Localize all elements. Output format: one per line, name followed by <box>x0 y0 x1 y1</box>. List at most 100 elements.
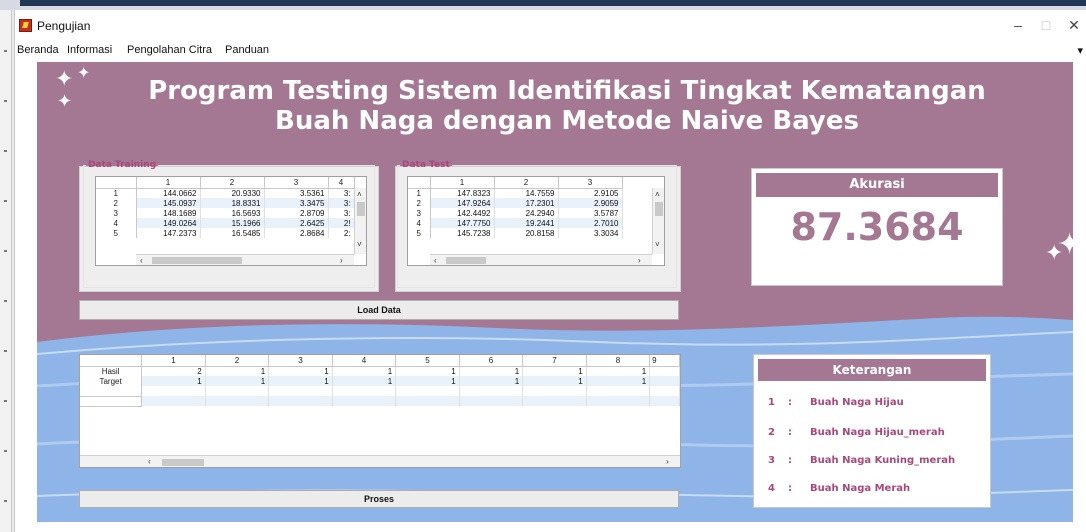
table-cell[interactable]: 1 <box>205 366 270 376</box>
test-vertical-scrollbar[interactable]: ˄ ˅ <box>652 188 664 254</box>
table-cell[interactable] <box>522 386 587 396</box>
column-header[interactable]: 2 <box>200 177 265 189</box>
scroll-right-icon[interactable]: › <box>638 256 641 265</box>
column-header[interactable]: 1 <box>430 177 495 189</box>
result-table[interactable]: 1 2 3 4 5 6 7 8 9 Hasil 2 1 1 1 1 1 1 1 Target 1 1… <box>79 354 681 468</box>
menu-beranda[interactable]: Beranda <box>17 44 59 56</box>
table-cell[interactable]: 1 <box>395 366 460 376</box>
column-header[interactable]: 2 <box>205 355 270 367</box>
table-cell[interactable]: 19.2441 <box>494 218 559 228</box>
table-cell[interactable] <box>649 366 680 376</box>
table-cell[interactable] <box>332 396 397 406</box>
column-header[interactable] <box>96 177 137 189</box>
column-header[interactable]: 3 <box>264 177 329 189</box>
table-cell[interactable]: 1 <box>459 366 524 376</box>
table-cell[interactable]: 2.8684 <box>264 228 329 238</box>
column-header[interactable]: 3 <box>268 355 333 367</box>
table-cell[interactable]: 1 <box>141 376 206 386</box>
scroll-left-icon[interactable]: ‹ <box>434 256 437 265</box>
table-cell[interactable]: 3: <box>328 198 355 208</box>
scroll-down-icon[interactable]: ˅ <box>655 240 660 250</box>
table-cell[interactable]: 2.9105 <box>558 188 623 198</box>
table-cell[interactable] <box>141 396 206 406</box>
table-cell[interactable]: 2 <box>141 366 206 376</box>
scroll-thumb[interactable] <box>152 257 242 264</box>
training-horizontal-scrollbar[interactable]: ‹ › <box>136 254 354 265</box>
column-header[interactable]: 1 <box>141 355 206 367</box>
column-header[interactable]: 7 <box>522 355 587 367</box>
table-cell[interactable]: 16.5485 <box>200 228 265 238</box>
table-cell[interactable]: 147.8323 <box>430 188 495 198</box>
scroll-up-icon[interactable]: ˄ <box>655 190 660 200</box>
scroll-thumb[interactable] <box>655 202 663 216</box>
training-table[interactable]: 1 2 3 4 1 144.0662 20.9330 3.5361 3: 2 145.09… <box>95 176 367 266</box>
table-cell[interactable] <box>205 396 270 406</box>
table-cell[interactable]: 145.0937 <box>136 198 201 208</box>
table-cell[interactable]: 147.2373 <box>136 228 201 238</box>
table-cell[interactable]: 1 <box>268 376 333 386</box>
menu-overflow-icon[interactable]: ▾ <box>1077 44 1083 57</box>
scroll-thumb[interactable] <box>162 459 204 466</box>
table-cell[interactable] <box>395 386 460 396</box>
table-cell[interactable]: 15.1966 <box>200 218 265 228</box>
table-cell[interactable]: 20.8158 <box>494 228 559 238</box>
menu-pengolahan-citra[interactable]: Pengolahan Citra <box>127 44 212 56</box>
close-icon[interactable]: ✕ <box>1061 16 1086 34</box>
menu-informasi[interactable]: Informasi <box>67 44 112 56</box>
column-header[interactable] <box>80 355 143 367</box>
scroll-up-icon[interactable]: ˄ <box>357 190 362 200</box>
scroll-left-icon[interactable]: ‹ <box>148 457 151 467</box>
table-cell[interactable]: 18.8331 <box>200 198 265 208</box>
table-cell[interactable] <box>332 386 397 396</box>
table-cell[interactable] <box>205 386 270 396</box>
table-cell[interactable] <box>268 386 333 396</box>
table-cell[interactable]: 2.7010 <box>558 218 623 228</box>
scroll-thumb[interactable] <box>446 257 486 264</box>
scroll-thumb[interactable] <box>357 202 365 216</box>
table-cell[interactable]: 144.0662 <box>136 188 201 198</box>
test-table[interactable]: 1 2 3 1 147.8323 14.7559 2.9105 2 147.9264 17… <box>407 176 665 266</box>
table-cell[interactable]: 1 <box>332 376 397 386</box>
table-cell[interactable] <box>649 376 680 386</box>
table-cell[interactable]: 3.3034 <box>558 228 623 238</box>
table-cell[interactable]: 1 <box>586 366 651 376</box>
column-header[interactable]: 3 <box>558 177 623 189</box>
table-cell[interactable]: 148.1689 <box>136 208 201 218</box>
table-cell[interactable]: 1 <box>205 376 270 386</box>
table-cell[interactable]: 1 <box>522 366 587 376</box>
table-cell[interactable]: 2.6425 <box>264 218 329 228</box>
table-cell[interactable]: 3.3475 <box>264 198 329 208</box>
maximize-icon[interactable]: □ <box>1033 16 1059 34</box>
column-header[interactable]: 9 <box>649 355 680 367</box>
table-cell[interactable]: 2.9059 <box>558 198 623 208</box>
scroll-down-icon[interactable]: ˅ <box>357 240 362 250</box>
column-header[interactable]: 8 <box>586 355 651 367</box>
column-header[interactable]: 1 <box>136 177 201 189</box>
table-cell[interactable] <box>268 396 333 406</box>
table-cell[interactable]: 20.9330 <box>200 188 265 198</box>
table-cell[interactable]: 3: <box>328 208 355 218</box>
table-cell[interactable]: 3: <box>328 188 355 198</box>
table-cell[interactable]: 14.7559 <box>494 188 559 198</box>
table-cell[interactable]: 17.2301 <box>494 198 559 208</box>
table-cell[interactable] <box>522 396 587 406</box>
scroll-left-icon[interactable]: ‹ <box>140 256 143 265</box>
table-cell[interactable]: 16.5693 <box>200 208 265 218</box>
table-cell[interactable] <box>395 396 460 406</box>
result-horizontal-scrollbar[interactable]: ‹ › <box>80 455 680 467</box>
table-cell[interactable] <box>459 386 524 396</box>
column-header[interactable]: 6 <box>459 355 524 367</box>
table-cell[interactable]: 2! <box>328 218 355 228</box>
table-cell[interactable]: 1 <box>459 376 524 386</box>
column-header[interactable]: 4 <box>332 355 397 367</box>
table-cell[interactable]: 1 <box>522 376 587 386</box>
load-data-button[interactable]: Load Data <box>79 300 679 320</box>
table-cell[interactable]: 149.0264 <box>136 218 201 228</box>
table-cell[interactable]: 2: <box>328 228 355 238</box>
table-cell[interactable]: 3.5361 <box>264 188 329 198</box>
table-cell[interactable]: 1 <box>332 366 397 376</box>
table-cell[interactable]: 1 <box>268 366 333 376</box>
table-cell[interactable] <box>649 386 680 396</box>
table-cell[interactable]: 147.9264 <box>430 198 495 208</box>
table-cell[interactable] <box>649 396 680 406</box>
